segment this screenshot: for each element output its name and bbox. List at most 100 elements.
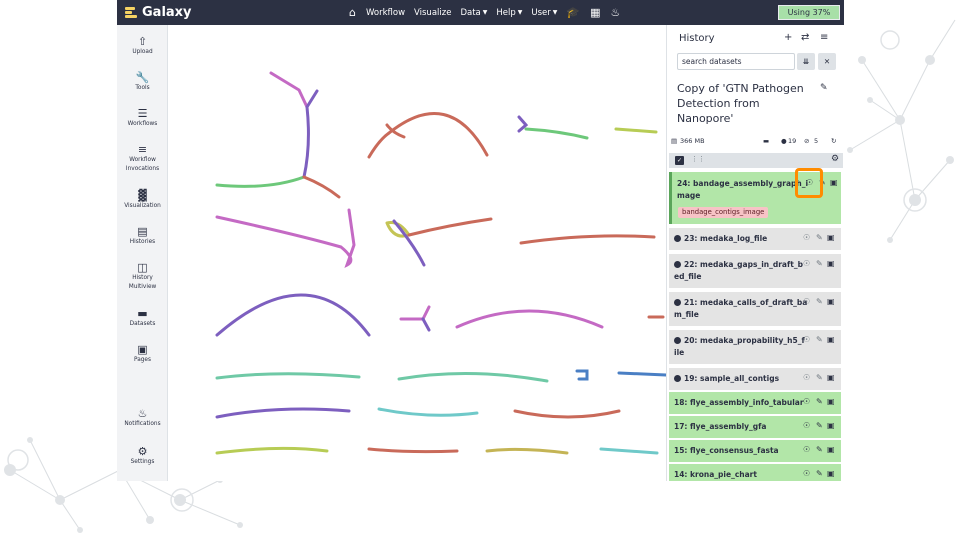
nav-data[interactable]: Data ▼: [460, 8, 487, 18]
activity-visualization-label: Visualization: [124, 203, 161, 209]
trash-icon[interactable]: ▣: [827, 335, 835, 344]
activity-history-multiview[interactable]: ◫ History Multiview: [117, 261, 168, 292]
count-visible[interactable]: 19: [788, 137, 796, 145]
activity-workflow-invocations[interactable]: ≡ Workflow Invocations: [117, 143, 168, 174]
dataset-item[interactable]: 18: flye_assembly_info_tabular ☉ ✎ ▣: [669, 392, 841, 414]
nav-visualize[interactable]: Visualize: [414, 8, 451, 18]
graph-segment: [421, 317, 431, 332]
dataset-title-line2: ile: [674, 348, 685, 357]
activity-tools-label: Tools: [135, 85, 150, 91]
activity-histories[interactable]: ▤ Histories: [117, 225, 168, 247]
trash-icon[interactable]: ▣: [827, 297, 835, 306]
pencil-icon[interactable]: ✎: [816, 335, 823, 344]
search-datasets-input[interactable]: search datasets: [677, 53, 795, 70]
eye-icon[interactable]: ☉: [803, 373, 810, 382]
clear-search-icon[interactable]: ✕: [818, 53, 836, 70]
dataset-item[interactable]: 17: flye_assembly_gfa ☉ ✎ ▣: [669, 416, 841, 438]
pencil-icon[interactable]: ✎: [816, 469, 823, 478]
dataset-item[interactable]: 19: sample_all_contigs ☉ ✎ ▣: [669, 368, 841, 390]
trash-icon[interactable]: ▣: [827, 421, 835, 430]
hdd-icon[interactable]: ▬: [763, 137, 769, 145]
history-title: History: [679, 33, 715, 44]
eye-icon[interactable]: ☉: [803, 259, 810, 268]
sitemap-icon: ☰: [137, 107, 148, 120]
trash-icon[interactable]: ▣: [830, 178, 838, 187]
graph-segment: [397, 371, 549, 383]
pencil-icon[interactable]: ✎: [816, 233, 823, 242]
pencil-icon[interactable]: ✎: [816, 445, 823, 454]
activity-notifications[interactable]: ♨ Notifications: [117, 407, 168, 429]
pencil-icon[interactable]: ✎: [816, 259, 823, 268]
dataset-title: 17: flye_assembly_gfa: [674, 422, 767, 431]
graph-segment: [524, 127, 589, 140]
nav-user-label: User: [531, 7, 551, 18]
activity-workflows[interactable]: ☰ Workflows: [117, 107, 168, 129]
count-hidden[interactable]: 5: [814, 137, 818, 145]
pencil-icon[interactable]: ✎: [816, 421, 823, 430]
graph-segment: [215, 446, 329, 455]
nav-help[interactable]: Help ▼: [496, 8, 522, 18]
history-options-icon[interactable]: ≡: [820, 32, 828, 43]
select-all-checkbox[interactable]: ✓: [675, 156, 684, 165]
hdd-icon: ▤: [137, 225, 148, 238]
bell-icon[interactable]: ♨: [611, 6, 621, 19]
history-name: Copy of 'GTN Pathogen Detection from Nan…: [677, 82, 804, 125]
nav-user[interactable]: User ▼: [531, 8, 557, 18]
activity-pages[interactable]: ▣ Pages: [117, 343, 168, 365]
nav-workflow[interactable]: Workflow: [366, 8, 405, 18]
nav-visualize-label: Visualize: [414, 7, 452, 18]
wrench-icon: 🔧: [135, 71, 150, 84]
trash-icon[interactable]: ▣: [827, 445, 835, 454]
dataset-item[interactable]: 21: medaka_calls_of_draft_ba m_file ☉ ✎ …: [669, 292, 841, 326]
history-size[interactable]: 366 MB: [680, 137, 705, 145]
dataset-tag[interactable]: bandage_contigs_image: [678, 207, 769, 218]
activity-datasets[interactable]: ▬ Datasets: [117, 307, 168, 329]
dataset-item[interactable]: 23: medaka_log_file ☉ ✎ ▣: [669, 228, 841, 250]
cog-icon[interactable]: ⚙: [831, 154, 839, 164]
eye-icon[interactable]: ☉: [803, 445, 810, 454]
dataset-item[interactable]: 20: medaka_propability_h5_f ile ☉ ✎ ▣: [669, 330, 841, 364]
switch-history-icon[interactable]: ⇄: [801, 32, 809, 43]
trash-icon[interactable]: ▣: [827, 397, 835, 406]
collapse-icon[interactable]: ⋮⋮: [691, 155, 705, 163]
refresh-icon[interactable]: ↻: [831, 137, 836, 145]
pencil-icon[interactable]: ✎: [816, 297, 823, 306]
dataset-item[interactable]: 14: krona_pie_chart ☉ ✎ ▣: [669, 464, 841, 481]
create-history-button[interactable]: +: [784, 32, 792, 43]
graph-segment: [215, 175, 306, 188]
graph-segment: [302, 105, 310, 179]
list-icon: ≡: [137, 143, 148, 156]
graduation-cap-icon[interactable]: 🎓: [566, 6, 580, 19]
slide: { "brand": "Galaxy", "nav": ["Workflow",…: [0, 0, 960, 540]
dataset-title-line2: ed_file: [674, 272, 702, 281]
trash-icon[interactable]: ▣: [827, 233, 835, 242]
dataset-item[interactable]: 15: flye_consensus_fasta ☉ ✎ ▣: [669, 440, 841, 462]
grid-icon[interactable]: ▦: [590, 6, 600, 19]
trash-icon[interactable]: ▣: [827, 469, 835, 478]
pencil-icon[interactable]: ✎: [816, 397, 823, 406]
eye-icon[interactable]: ☉: [803, 421, 810, 430]
graph-segment: [407, 217, 493, 237]
advanced-search-toggle-icon[interactable]: ⇊: [797, 53, 815, 70]
bandage-graph-image[interactable]: [169, 25, 666, 481]
home-icon[interactable]: ⌂: [349, 6, 356, 19]
dataset-item[interactable]: 22: medaka_gaps_in_draft_b ed_file ☉ ✎ ▣: [669, 254, 841, 288]
trash-icon[interactable]: ▣: [827, 259, 835, 268]
eye-icon[interactable]: ☉: [803, 397, 810, 406]
eye-icon[interactable]: ☉: [803, 469, 810, 478]
eye-icon[interactable]: ☉: [803, 233, 810, 242]
usage-meter[interactable]: Using 37%: [778, 5, 840, 20]
pencil-icon[interactable]: ✎: [816, 373, 823, 382]
clock-icon: [674, 261, 681, 268]
activity-upload[interactable]: ⇧ Upload: [117, 35, 168, 57]
pencil-icon[interactable]: ✎: [820, 83, 828, 93]
brand-name: Galaxy: [142, 5, 192, 20]
trash-icon[interactable]: ▣: [827, 373, 835, 382]
activity-visualization[interactable]: ▓ Visualization: [117, 189, 168, 211]
activity-settings[interactable]: ⚙ Settings: [117, 445, 168, 467]
database-icon: ▤: [671, 137, 678, 145]
eye-icon[interactable]: ☉: [803, 335, 810, 344]
galaxy-logo[interactable]: Galaxy: [125, 5, 192, 20]
activity-tools[interactable]: 🔧 Tools: [117, 71, 168, 93]
eye-icon[interactable]: ☉: [803, 297, 810, 306]
